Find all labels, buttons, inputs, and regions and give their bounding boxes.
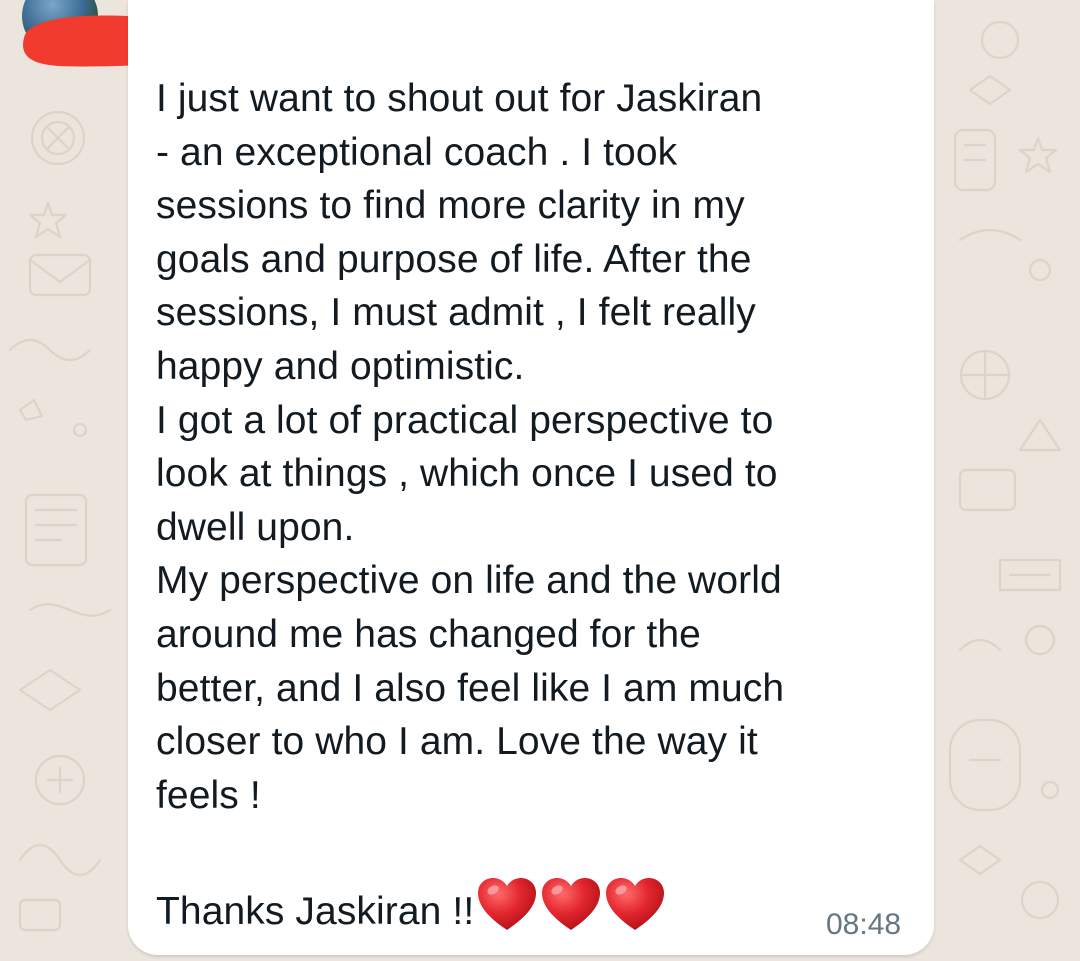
thanks-text: Thanks Jaskiran !! [156,889,475,933]
message-line: I got a lot of practical perspective to [156,398,774,442]
message-line: around me has changed for the [156,612,701,656]
message-line: closer to who I am. Love the way it [156,720,758,764]
red-heart-icon [606,877,665,930]
hearts-emoji-group [476,876,668,947]
message-line: I just want to shout out for Jaskiran [156,77,763,120]
message-line: dwell upon. [156,505,355,549]
message-line: better, and I also feel like I am much [156,666,785,710]
message-line: My perspective on life and the world [156,559,782,603]
red-heart-icon [478,877,537,930]
message-line: goals and purpose of life. After the [156,237,752,281]
message-line: happy and optimistic. [156,344,525,388]
message-text: I just want to shout out for Jaskiran - … [156,72,916,933]
message-line: - an exceptional coach . I took [156,130,678,174]
message-line: look at things , which once I used to [156,452,778,496]
message-line: sessions to find more clarity in my [156,184,745,228]
message-line: feels ! [156,773,261,817]
red-heart-icon [542,877,601,930]
message-line-thanks: Thanks Jaskiran !! [156,876,916,933]
message-timestamp: 08:48 [826,908,902,941]
message-line: sessions, I must admit , I felt really [156,291,756,335]
message-line-blank [156,822,916,876]
